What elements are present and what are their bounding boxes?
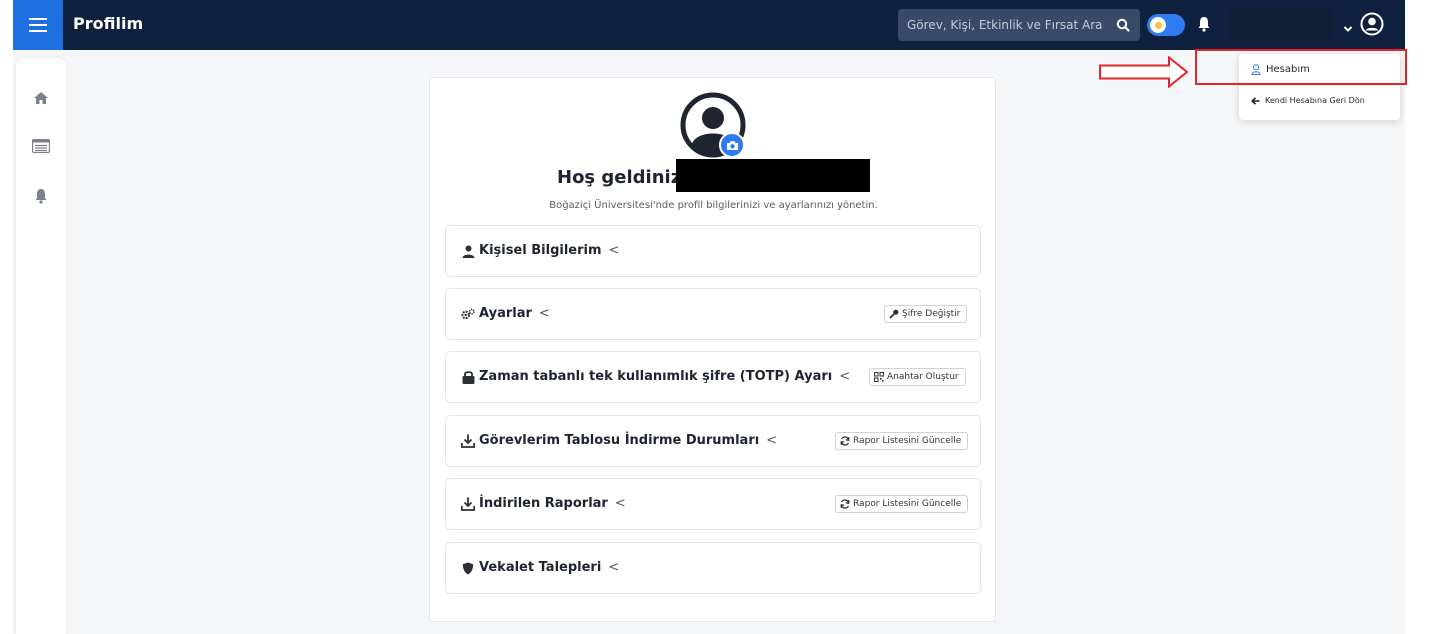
- section-totp[interactable]: Zaman tabanlı tek kullanımlık şifre (TOT…: [445, 351, 981, 403]
- profile-subtitle: Boğaziçi Üniversitesi'nde profil bilgile…: [549, 200, 878, 211]
- chevron-left-icon: <: [614, 496, 626, 511]
- section-proxy-requests[interactable]: Vekalet Talepleri <: [445, 542, 981, 594]
- theme-toggle[interactable]: [1147, 14, 1185, 36]
- arrow-left-icon: [1251, 96, 1260, 105]
- shield-icon: [461, 561, 475, 575]
- chevron-left-icon: <: [839, 369, 851, 384]
- section-title: Zaman tabanlı tek kullanımlık şifre (TOT…: [479, 369, 833, 384]
- camera-icon: [726, 140, 738, 150]
- search-icon[interactable]: [1116, 17, 1130, 36]
- sun-icon: [1150, 17, 1166, 33]
- sidebar-item-list[interactable]: [31, 136, 51, 156]
- button-label: Rapor Listesini Güncelle: [853, 436, 962, 446]
- gears-icon: [461, 307, 475, 321]
- global-search: [898, 9, 1140, 41]
- chevron-down-icon[interactable]: [1343, 18, 1353, 37]
- refresh-report-list-button[interactable]: Rapor Listesini Güncelle: [835, 432, 969, 450]
- annotation-arrow-icon: [1099, 55, 1189, 92]
- hamburger-icon: [29, 18, 47, 32]
- chevron-left-icon: <: [608, 243, 620, 258]
- chevron-left-icon: <: [766, 433, 778, 448]
- profile-card: Hoş geldiniz, Boğaziçi Üniversitesi'nde …: [429, 77, 996, 622]
- qr-icon: [874, 372, 884, 382]
- chevron-left-icon: <: [608, 560, 620, 575]
- menu-toggle-button[interactable]: [13, 0, 63, 50]
- section-downloaded-reports[interactable]: İndirilen Raporlar < Rapor Listesini Günc…: [445, 478, 981, 530]
- refresh-icon: [840, 499, 850, 509]
- bell-icon: [35, 189, 47, 204]
- refresh-report-list-button[interactable]: Rapor Listesini Güncelle: [835, 495, 969, 513]
- menu-divider: [1239, 85, 1400, 86]
- page-title: Profilim: [73, 14, 144, 33]
- download-icon: [461, 434, 475, 448]
- section-title: İndirilen Raporlar: [479, 496, 608, 511]
- menu-item-return-own-account[interactable]: Kendi Hesabına Geri Dön: [1251, 96, 1365, 105]
- list-icon: [32, 139, 50, 153]
- home-icon: [34, 92, 48, 104]
- top-bar: Profilim: [13, 0, 1405, 50]
- sidebar-item-home[interactable]: [31, 88, 51, 108]
- button-label: Şifre Değiştir: [902, 309, 961, 319]
- section-title: Ayarlar: [479, 306, 532, 321]
- section-title: Kişisel Bilgilerim: [479, 243, 602, 258]
- menu-item-label: Kendi Hesabına Geri Dön: [1265, 96, 1365, 105]
- user-name-redacted-block: [676, 159, 870, 192]
- section-title: Vekalet Talepleri: [479, 560, 602, 575]
- refresh-icon: [840, 436, 850, 446]
- user-icon: [461, 244, 475, 258]
- sidebar: [16, 58, 66, 634]
- lock-icon: [461, 370, 475, 384]
- welcome-heading: Hoş geldiniz,: [557, 167, 689, 188]
- create-key-button[interactable]: Anahtar Oluştur: [869, 368, 966, 386]
- notification-bell-icon[interactable]: [1197, 16, 1211, 36]
- section-personal-info[interactable]: Kişisel Bilgilerim <: [445, 225, 981, 277]
- section-settings[interactable]: Ayarlar < Şifre Değiştir: [445, 288, 981, 340]
- chevron-left-icon: <: [538, 306, 550, 321]
- annotation-highlight-box: [1195, 49, 1407, 85]
- search-input[interactable]: [898, 9, 1108, 41]
- change-password-button[interactable]: Şifre Değiştir: [884, 305, 968, 323]
- button-label: Rapor Listesini Güncelle: [853, 499, 962, 509]
- section-title: Görevlerim Tablosu İndirme Durumları: [479, 433, 760, 448]
- user-avatar-icon[interactable]: [1360, 12, 1384, 36]
- change-photo-button[interactable]: [719, 132, 745, 158]
- user-name-redacted[interactable]: [1228, 8, 1334, 42]
- app-window: Profilim Görev, Kişi, Etkinlik ve Fırsat…: [13, 0, 1407, 634]
- key-icon: [889, 309, 899, 319]
- sidebar-item-notifications[interactable]: [31, 186, 51, 206]
- section-task-table-downloads[interactable]: Görevlerim Tablosu İndirme Durumları < Ra…: [445, 415, 981, 467]
- button-label: Anahtar Oluştur: [887, 372, 959, 382]
- download-icon: [461, 497, 475, 511]
